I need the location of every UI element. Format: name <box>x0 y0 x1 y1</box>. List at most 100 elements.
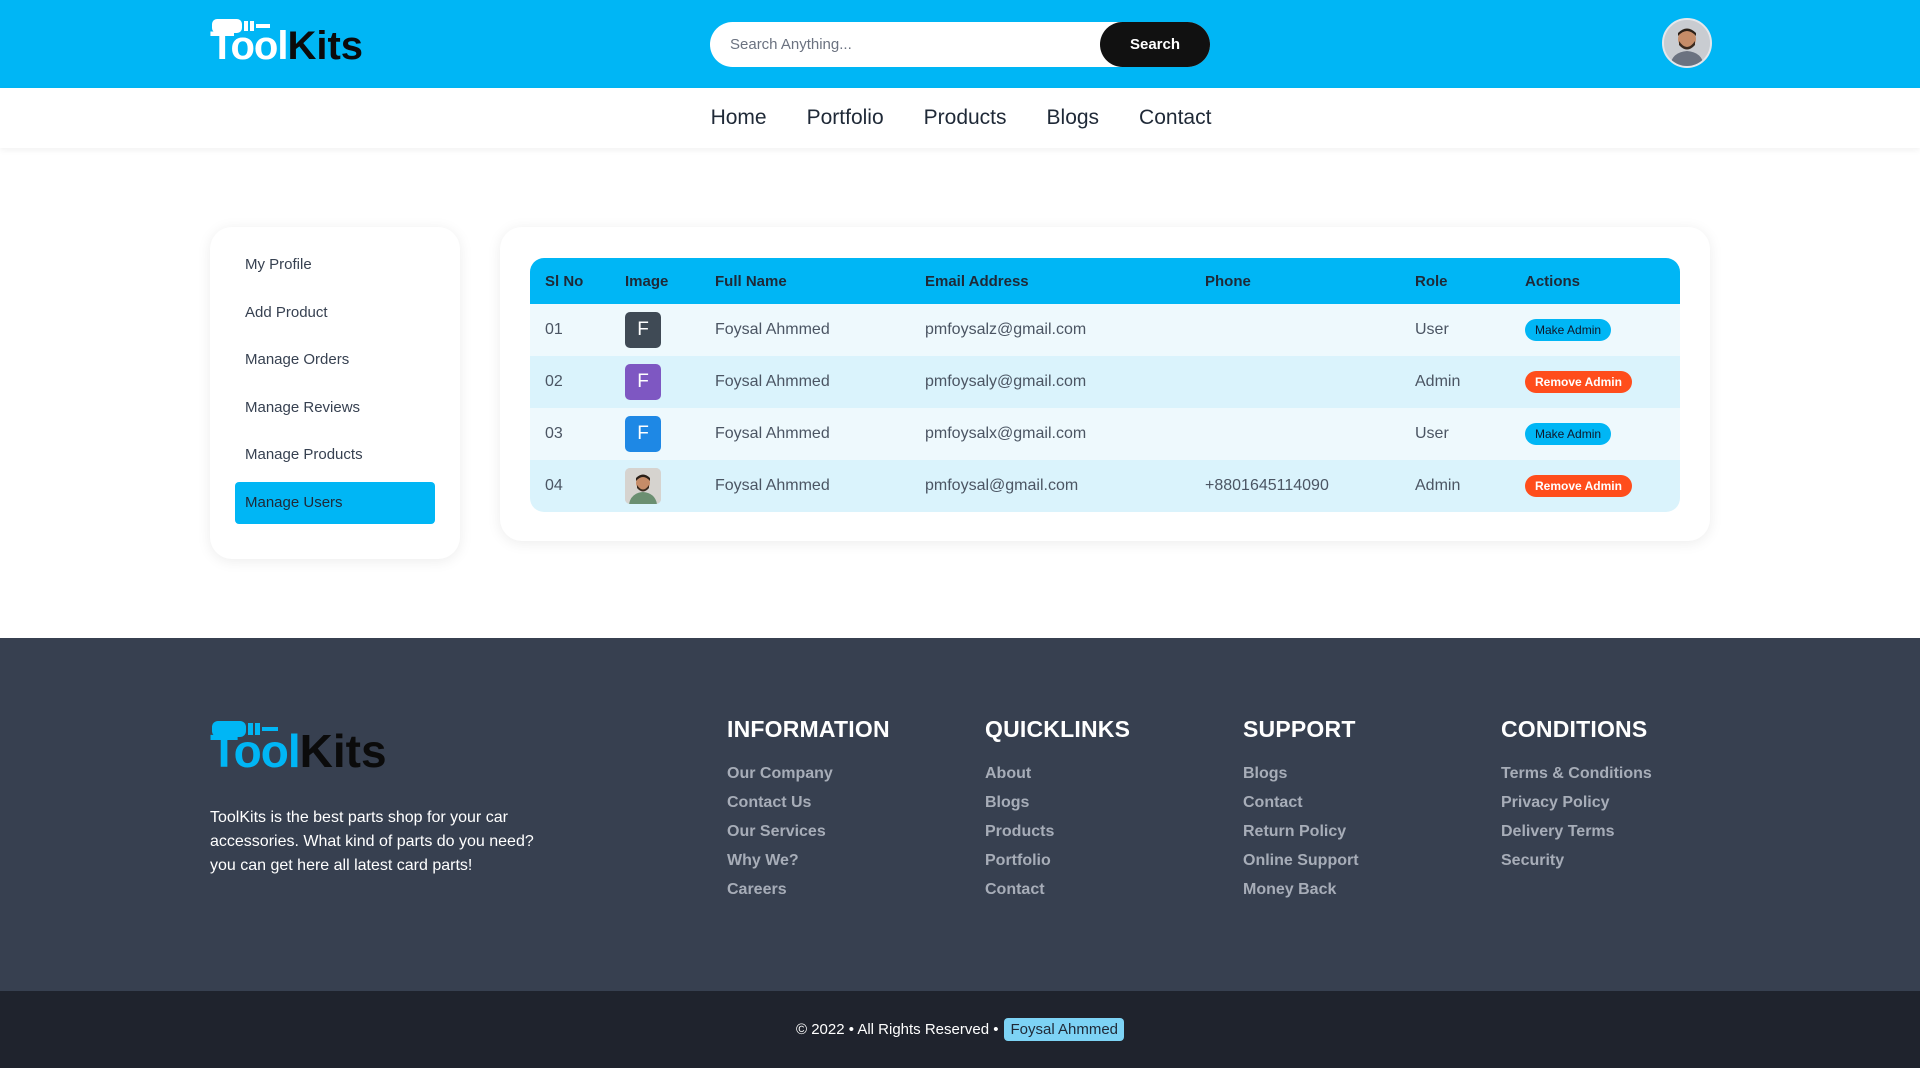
users-table: Sl No Image Full Name Email Address Phon… <box>530 258 1680 512</box>
footer-link-terms[interactable]: Terms & Conditions <box>1501 759 1652 788</box>
footer-column-title: INFORMATION <box>727 716 890 742</box>
copyright-text: © 2022 • All Rights Reserved • <box>795 1021 999 1038</box>
search-input[interactable] <box>710 22 1100 67</box>
footer-link-money-back[interactable]: Money Back <box>1243 875 1359 904</box>
cell-email: pmfoysalz@gmail.com <box>910 304 1190 356</box>
cell-role: User <box>1400 408 1510 460</box>
footer-link-our-services[interactable]: Our Services <box>727 817 890 846</box>
footer-link-blogs[interactable]: Blogs <box>985 788 1130 817</box>
footer-column-information: INFORMATION Our Company Contact Us Our S… <box>727 716 890 904</box>
table-row: 01 F Foysal Ahmmed pmfoysalz@gmail.com U… <box>530 304 1680 356</box>
sidebar-item-manage-orders[interactable]: Manage Orders <box>235 339 435 381</box>
column-header-image: Image <box>610 258 700 304</box>
column-header-role: Role <box>1400 258 1510 304</box>
site-footer: Tool Kits ToolKits is the best parts shop… <box>0 638 1920 991</box>
drill-logo-icon <box>212 19 270 33</box>
cell-name: Foysal Ahmmed <box>700 356 910 408</box>
column-header-sl-no: Sl No <box>530 258 610 304</box>
cell-role: Admin <box>1400 460 1510 512</box>
footer-brand-logo[interactable]: Tool Kits <box>210 720 387 778</box>
user-photo-avatar <box>625 468 661 504</box>
sidebar-item-add-product[interactable]: Add Product <box>235 292 435 334</box>
footer-column-quicklinks: QUICKLINKS About Blogs Products Portfoli… <box>985 716 1130 904</box>
footer-description: ToolKits is the best parts shop for your… <box>210 809 534 874</box>
search-button[interactable]: Search <box>1100 22 1210 67</box>
copyright-notice: © 2022 • All Rights Reserved • Foysal Ah… <box>0 991 1920 1068</box>
footer-link-products[interactable]: Products <box>985 817 1130 846</box>
cell-role: User <box>1400 304 1510 356</box>
footer-link-about[interactable]: About <box>985 759 1130 788</box>
footer-link-contact-us[interactable]: Contact Us <box>727 788 890 817</box>
nav-products[interactable]: Products <box>924 106 1007 130</box>
table-header-row: Sl No Image Full Name Email Address Phon… <box>530 258 1680 304</box>
footer-link-blogs[interactable]: Blogs <box>1243 759 1359 788</box>
footer-column-conditions: CONDITIONS Terms & Conditions Privacy Po… <box>1501 716 1652 875</box>
footer-link-contact[interactable]: Contact <box>1243 788 1359 817</box>
cell-name: Foysal Ahmmed <box>700 460 910 512</box>
column-header-email: Email Address <box>910 258 1190 304</box>
cell-email: pmfoysal@gmail.com <box>910 460 1190 512</box>
main-nav: Home Portfolio Products Blogs Contact <box>0 88 1920 148</box>
copyright-author-link[interactable]: Foysal Ahmmed <box>1004 1018 1125 1041</box>
cell-phone <box>1190 356 1400 408</box>
footer-link-why-we[interactable]: Why We? <box>727 846 890 875</box>
footer-column-support: SUPPORT Blogs Contact Return Policy Onli… <box>1243 716 1359 904</box>
user-initial-avatar: F <box>625 312 661 348</box>
footer-link-careers[interactable]: Careers <box>727 875 890 904</box>
sidebar-item-my-profile[interactable]: My Profile <box>235 244 435 286</box>
cell-sl: 02 <box>530 356 610 408</box>
footer-link-contact[interactable]: Contact <box>985 875 1130 904</box>
nav-contact[interactable]: Contact <box>1139 106 1211 130</box>
cell-actions: Remove Admin <box>1510 460 1680 512</box>
make-admin-button[interactable]: Make Admin <box>1525 423 1612 445</box>
cell-role: Admin <box>1400 356 1510 408</box>
make-admin-button[interactable]: Make Admin <box>1525 319 1612 341</box>
footer-link-privacy-policy[interactable]: Privacy Policy <box>1501 788 1652 817</box>
top-header: Tool Kits Search <box>0 0 1920 88</box>
column-header-phone: Phone <box>1190 258 1400 304</box>
sidebar-item-manage-users[interactable]: Manage Users <box>235 481 435 524</box>
footer-link-security[interactable]: Security <box>1501 846 1652 875</box>
user-avatar[interactable] <box>1662 18 1712 68</box>
footer-link-our-company[interactable]: Our Company <box>727 759 890 788</box>
cell-name: Foysal Ahmmed <box>700 304 910 356</box>
cell-image: F <box>610 356 700 408</box>
cell-email: pmfoysalx@gmail.com <box>910 408 1190 460</box>
cell-name: Foysal Ahmmed <box>700 408 910 460</box>
drill-logo-icon <box>212 721 278 737</box>
sidebar-item-manage-products[interactable]: Manage Products <box>235 434 435 476</box>
footer-link-return-policy[interactable]: Return Policy <box>1243 817 1359 846</box>
table-row: 04 Foysal Ahmmed pmfoysal@gmail.com +880… <box>530 460 1680 512</box>
column-header-full-name: Full Name <box>700 258 910 304</box>
nav-home[interactable]: Home <box>711 106 767 130</box>
brand-name-part2: Kits <box>299 725 387 777</box>
users-table-card: Sl No Image Full Name Email Address Phon… <box>500 227 1710 541</box>
dashboard-sidebar: My Profile Add Product Manage Orders Man… <box>210 227 460 559</box>
cell-sl: 01 <box>530 304 610 356</box>
cell-phone <box>1190 304 1400 356</box>
user-photo-icon <box>625 468 661 504</box>
user-initial-avatar: F <box>625 364 661 400</box>
remove-admin-button[interactable]: Remove Admin <box>1525 371 1632 393</box>
footer-link-portfolio[interactable]: Portfolio <box>985 846 1130 875</box>
cell-sl: 03 <box>530 408 610 460</box>
cell-actions: Remove Admin <box>1510 356 1680 408</box>
user-initial-avatar: F <box>625 416 661 452</box>
nav-portfolio[interactable]: Portfolio <box>807 106 884 130</box>
table-row: 03 F Foysal Ahmmed pmfoysalx@gmail.com U… <box>530 408 1680 460</box>
footer-column-title: SUPPORT <box>1243 716 1356 742</box>
footer-link-online-support[interactable]: Online Support <box>1243 846 1359 875</box>
brand-name-part2: Kits <box>287 24 364 68</box>
sidebar-item-manage-reviews[interactable]: Manage Reviews <box>235 387 435 429</box>
user-photo-icon <box>1664 20 1710 66</box>
cell-image: F <box>610 304 700 356</box>
footer-column-title: CONDITIONS <box>1501 716 1648 742</box>
brand-logo[interactable]: Tool Kits <box>210 18 363 70</box>
copyright-bar: © 2022 • All Rights Reserved • Foysal Ah… <box>0 991 1920 1068</box>
search-bar: Search <box>710 22 1210 67</box>
remove-admin-button[interactable]: Remove Admin <box>1525 475 1632 497</box>
cell-actions: Make Admin <box>1510 304 1680 356</box>
footer-link-delivery-terms[interactable]: Delivery Terms <box>1501 817 1652 846</box>
nav-blogs[interactable]: Blogs <box>1047 106 1100 130</box>
cell-sl: 04 <box>530 460 610 512</box>
